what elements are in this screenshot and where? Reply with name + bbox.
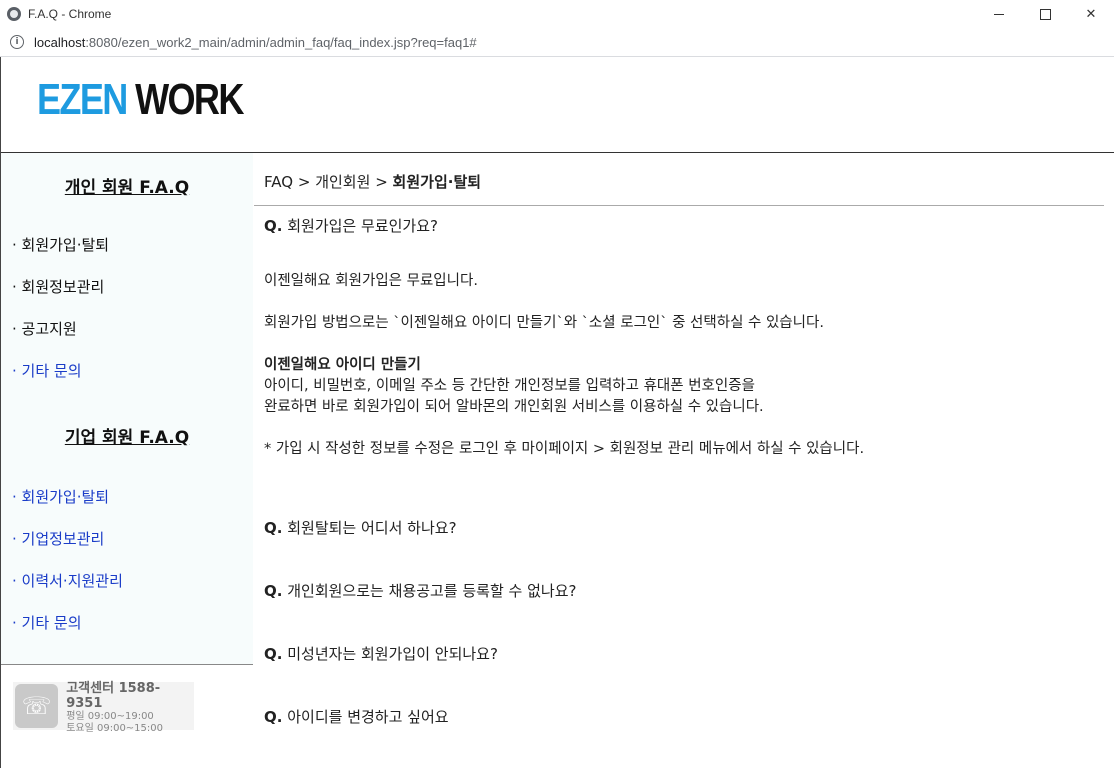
answer-line: 완료하면 바로 회원가입이 되어 알바몬의 개인회원 서비스를 이용하실 수 있…: [264, 399, 764, 415]
faq-question[interactable]: Q. 아이디를 변경하고 싶어요: [264, 706, 449, 727]
customer-center-title: 고객센터 1588-9351: [66, 681, 161, 711]
sidebar-item-personal-other[interactable]: · 기타 문의: [12, 360, 82, 381]
q-mark: Q.: [264, 217, 283, 235]
logo-ezen: EZEN: [37, 75, 128, 124]
breadcrumb-root[interactable]: FAQ: [264, 173, 293, 191]
logo-work: WORK: [135, 75, 244, 124]
personal-faq-heading: 개인 회원 F.A.Q: [64, 178, 190, 198]
customer-center-text: 고객센터 1588-9351 평일 09:00~19:00 토요일 09:00~…: [66, 677, 194, 735]
url-text[interactable]: localhost:8080/ezen_work2_main/admin/adm…: [34, 35, 477, 50]
url-host: localhost: [34, 34, 86, 50]
faq-main: FAQ > 개인회원 > 회원가입·탈퇴 Q. 회원가입은 무료인가요? 이젠일…: [254, 153, 1104, 768]
close-button[interactable]: ✕: [1068, 0, 1114, 28]
faq-question[interactable]: Q. 회원탈퇴는 어디서 하나요?: [264, 517, 457, 538]
q-mark: Q.: [264, 582, 283, 600]
breadcrumb-level1[interactable]: 개인회원: [315, 173, 370, 191]
sidebar-item-company-other[interactable]: · 기타 문의: [12, 612, 82, 633]
company-faq-heading: 기업 회원 F.A.Q: [64, 428, 190, 448]
close-icon: ✕: [1085, 6, 1097, 22]
sidebar-item-personal-apply[interactable]: · 공고지원: [12, 318, 77, 339]
site-logo[interactable]: EZEN WORK: [37, 75, 244, 125]
chrome-globe-icon: [7, 7, 21, 21]
breadcrumb-divider: [254, 205, 1104, 206]
minimize-icon: [994, 13, 1004, 15]
site-header: EZEN WORK: [1, 57, 1114, 153]
sidebar-item-company-info[interactable]: · 기업정보관리: [12, 528, 104, 549]
maximize-icon: [1039, 8, 1051, 20]
breadcrumb: FAQ > 개인회원 > 회원가입·탈퇴: [264, 171, 481, 192]
faq-question[interactable]: Q. 미성년자는 회원가입이 안되나요?: [264, 643, 498, 664]
window-title: F.A.Q - Chrome: [28, 7, 112, 21]
faq-question[interactable]: Q. 회원가입은 무료인가요?: [264, 215, 438, 236]
faq-question-text: 미성년자는 회원가입이 안되나요?: [287, 645, 498, 663]
faq-sidebar: 개인 회원 F.A.Q · 회원가입·탈퇴 · 회원정보관리 · 공고지원 · …: [1, 153, 253, 665]
sidebar-item-company-resume[interactable]: · 이력서·지원관리: [12, 570, 123, 591]
answer-subheading: 이젠일해요 아이디 만들기: [264, 357, 421, 373]
window-titlebar: F.A.Q - Chrome ✕: [0, 0, 1114, 28]
maximize-button[interactable]: [1022, 0, 1068, 28]
minimize-button[interactable]: [976, 0, 1022, 28]
sidebar-item-personal-join[interactable]: · 회원가입·탈퇴: [12, 234, 109, 255]
q-mark: Q.: [264, 519, 283, 537]
faq-answer: 이젠일해요 회원가입은 무료입니다. 회원가입 방법으로는 `이젠일해요 아이디…: [264, 271, 864, 460]
faq-question-text: 아이디를 변경하고 싶어요: [287, 708, 449, 726]
answer-note: * 가입 시 작성한 정보를 수정은 로그인 후 마이페이지 > 회원정보 관리…: [264, 441, 865, 457]
answer-line: 이젠일해요 회원가입은 무료입니다.: [264, 273, 478, 289]
address-bar[interactable]: i localhost:8080/ezen_work2_main/admin/a…: [0, 28, 1114, 57]
q-mark: Q.: [264, 708, 283, 726]
phone-icon: ☏: [15, 684, 59, 728]
info-icon[interactable]: i: [10, 35, 24, 49]
faq-question-text: 회원탈퇴는 어디서 하나요?: [287, 519, 457, 537]
url-path: :8080/ezen_work2_main/admin/admin_faq/fa…: [85, 34, 477, 50]
breadcrumb-current: 회원가입·탈퇴: [392, 173, 482, 191]
breadcrumb-sep: >: [297, 173, 311, 191]
customer-center-saturday: 토요일 09:00~15:00: [66, 723, 163, 734]
customer-center-banner[interactable]: ☏ 고객센터 1588-9351 평일 09:00~19:00 토요일 09:0…: [13, 681, 194, 734]
sidebar-item-personal-info[interactable]: · 회원정보관리: [12, 276, 104, 297]
answer-line: 회원가입 방법으로는 `이젠일해요 아이디 만들기`와 `소셜 로그인` 중 선…: [264, 315, 824, 331]
customer-center-weekday: 평일 09:00~19:00: [66, 711, 154, 722]
q-mark: Q.: [264, 645, 283, 663]
breadcrumb-sep: >: [375, 173, 388, 191]
faq-question[interactable]: Q. 개인회원으로는 채용공고를 등록할 수 없나요?: [264, 580, 576, 601]
page-viewport: EZEN WORK 개인 회원 F.A.Q · 회원가입·탈퇴 · 회원정보관리…: [0, 57, 1114, 768]
sidebar-item-company-join[interactable]: · 회원가입·탈퇴: [12, 486, 109, 507]
faq-question-text: 회원가입은 무료인가요?: [287, 217, 438, 235]
faq-question-text: 개인회원으로는 채용공고를 등록할 수 없나요?: [287, 582, 577, 600]
answer-line: 아이디, 비밀번호, 이메일 주소 등 간단한 개인정보를 입력하고 휴대폰 번…: [264, 378, 755, 394]
window-controls: ✕: [976, 0, 1114, 28]
